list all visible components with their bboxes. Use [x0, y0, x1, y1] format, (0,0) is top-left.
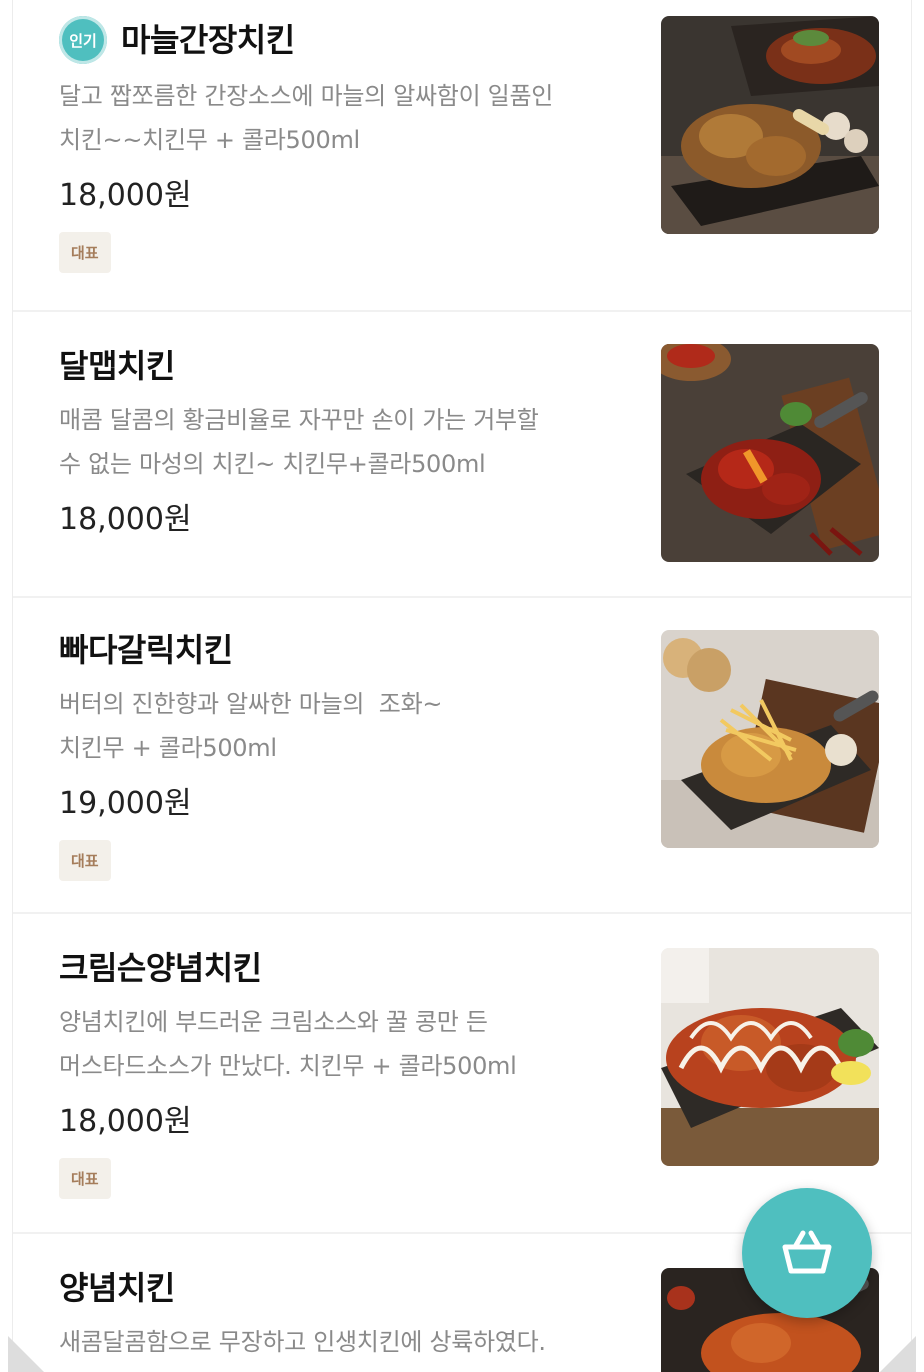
menu-item[interactable]: 빠다갈릭치킨 버터의 진한향과 알싸한 마늘의 조화~ 치킨무 + 콜라500m… — [13, 598, 911, 914]
menu-item-name: 양념치킨 — [59, 1269, 175, 1307]
menu-item-description: 버터의 진한향과 알싸한 마늘의 조화~ 치킨무 + 콜라500ml — [59, 682, 649, 770]
signature-tag: 대표 — [59, 840, 111, 881]
description-line: 새콤달콤함으로 무장하고 인생치킨에 상륙하였다. — [59, 1328, 546, 1356]
menu-item-name: 빠다갈릭치킨 — [59, 631, 233, 669]
description-line: 치킨무 + 콜라500ml — [59, 734, 277, 762]
menu-item-description: 새콤달콤함으로 무장하고 인생치킨에 상륙하였다. — [59, 1320, 649, 1364]
crimson-seasoned-chicken-photo[interactable] — [661, 948, 879, 1166]
menu-item-price: 18,000원 — [59, 502, 192, 537]
description-line: 치킨~~치킨무 + 콜라500ml — [59, 126, 360, 154]
description-line: 수 없는 마성의 치킨~ 치킨무+콜라500ml — [59, 450, 486, 478]
menu-item-price: 19,000원 — [59, 786, 192, 821]
popular-badge: 인기 — [59, 16, 107, 64]
menu-item-description: 양념치킨에 부드러운 크림소스와 꿀 콩만 든 머스타드소스가 만났다. 치킨무… — [59, 1000, 649, 1088]
cart-button[interactable] — [742, 1188, 872, 1318]
menu-item-price: 18,000원 — [59, 178, 192, 213]
menu-list: 인기 마늘간장치킨 달고 짭쪼름한 간장소스에 마늘의 알싸함이 일품인 치킨~… — [12, 0, 912, 1372]
butter-garlic-chicken-photo[interactable] — [661, 630, 879, 848]
description-line: 양념치킨에 부드러운 크림소스와 꿀 콩만 든 — [59, 1008, 488, 1036]
menu-item-description: 달고 짭쪼름한 간장소스에 마늘의 알싸함이 일품인 치킨~~치킨무 + 콜라5… — [59, 74, 649, 162]
corner-fold-left — [8, 1336, 44, 1372]
description-line: 달고 짭쪼름한 간장소스에 마늘의 알싸함이 일품인 — [59, 82, 554, 110]
menu-item-description: 매콤 달콤의 황금비율로 자꾸만 손이 가는 거부할 수 없는 마성의 치킨~ … — [59, 398, 649, 486]
shopping-basket-icon — [782, 1230, 832, 1274]
menu-item-name: 마늘간장치킨 — [121, 21, 295, 59]
signature-tag: 대표 — [59, 232, 111, 273]
menu-item-name: 크림슨양념치킨 — [59, 949, 262, 987]
menu-item[interactable]: 달맵치킨 매콤 달콤의 황금비율로 자꾸만 손이 가는 거부할 수 없는 마성의… — [13, 312, 911, 598]
description-line: 버터의 진한향과 알싸한 마늘의 조화~ — [59, 690, 443, 718]
menu-item[interactable]: 인기 마늘간장치킨 달고 짭쪼름한 간장소스에 마늘의 알싸함이 일품인 치킨~… — [13, 0, 911, 312]
menu-item-name: 달맵치킨 — [59, 347, 175, 385]
sweet-spicy-chicken-photo[interactable] — [661, 344, 879, 562]
menu-item-price: 18,000원 — [59, 1104, 192, 1139]
garlic-soy-chicken-photo[interactable] — [661, 16, 879, 234]
menu-item[interactable]: 크림슨양념치킨 양념치킨에 부드러운 크림소스와 꿀 콩만 든 머스타드소스가 … — [13, 914, 911, 1234]
description-line: 매콤 달콤의 황금비율로 자꾸만 손이 가는 거부할 — [59, 406, 539, 434]
signature-tag: 대표 — [59, 1158, 111, 1199]
description-line: 머스타드소스가 만났다. 치킨무 + 콜라500ml — [59, 1052, 517, 1080]
corner-fold-right — [880, 1336, 916, 1372]
